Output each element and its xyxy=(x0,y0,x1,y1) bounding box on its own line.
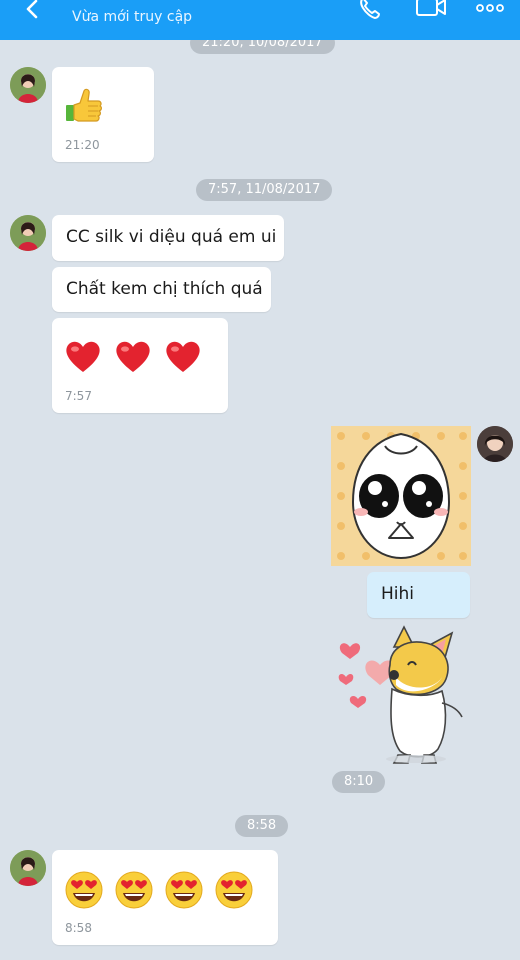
more-options-button[interactable] xyxy=(470,0,510,24)
timestamp-pill: 8:10 xyxy=(332,771,386,793)
contact-avatar[interactable] xyxy=(10,850,46,886)
kissing-dog-hearts-sticker[interactable] xyxy=(334,625,470,765)
message-text: Hihi xyxy=(381,584,415,604)
avatar-photo xyxy=(10,215,46,251)
message-bubble-sent[interactable]: Hihi xyxy=(367,572,470,618)
avatar-photo xyxy=(10,67,46,103)
message-time: 8:58 xyxy=(65,921,92,935)
message-bubble[interactable]: Chất kem chị thích quá xyxy=(52,267,271,312)
pleading-dumpling-sticker[interactable] xyxy=(331,426,471,566)
message-bubble[interactable]: 7:57 xyxy=(52,318,228,413)
message-bubble[interactable]: CC silk vi diệu quá em ui xyxy=(52,215,284,261)
contact-status: Vừa mới truy cập xyxy=(72,9,193,25)
thumbs-up-icon xyxy=(66,88,102,122)
chat-header: Vừa mới truy cập xyxy=(0,0,520,40)
video-call-button[interactable] xyxy=(411,0,451,24)
heart-eyes-icon xyxy=(115,871,153,909)
message-text: CC silk vi diệu quá em ui xyxy=(66,227,277,247)
avatar-photo xyxy=(477,426,513,462)
red-heart-icon xyxy=(66,341,100,372)
contact-avatar[interactable] xyxy=(10,67,46,103)
more-dots-icon xyxy=(476,4,504,12)
timestamp-pill: 8:58 xyxy=(235,815,289,837)
own-avatar[interactable] xyxy=(477,426,513,462)
red-heart-icon xyxy=(166,341,200,372)
heart-eyes-icon xyxy=(215,871,253,909)
heart-eyes-icon xyxy=(65,871,103,909)
phone-icon xyxy=(360,0,380,19)
message-time: 7:57 xyxy=(65,389,92,403)
video-call-icon xyxy=(416,0,446,16)
heart-eyes-icon xyxy=(165,871,203,909)
contact-avatar[interactable] xyxy=(10,215,46,251)
message-time: 21:20 xyxy=(65,138,100,152)
message-text: Chất kem chị thích quá xyxy=(66,279,263,299)
back-arrow-icon xyxy=(26,0,38,19)
timestamp-pill: 7:57, 11/08/2017 xyxy=(196,179,333,201)
back-button[interactable] xyxy=(18,0,48,24)
red-heart-icon xyxy=(116,341,150,372)
message-bubble[interactable]: 8:58 xyxy=(52,850,278,945)
message-bubble[interactable]: 21:20 xyxy=(52,67,154,162)
avatar-photo xyxy=(10,850,46,886)
call-button[interactable] xyxy=(350,0,390,24)
